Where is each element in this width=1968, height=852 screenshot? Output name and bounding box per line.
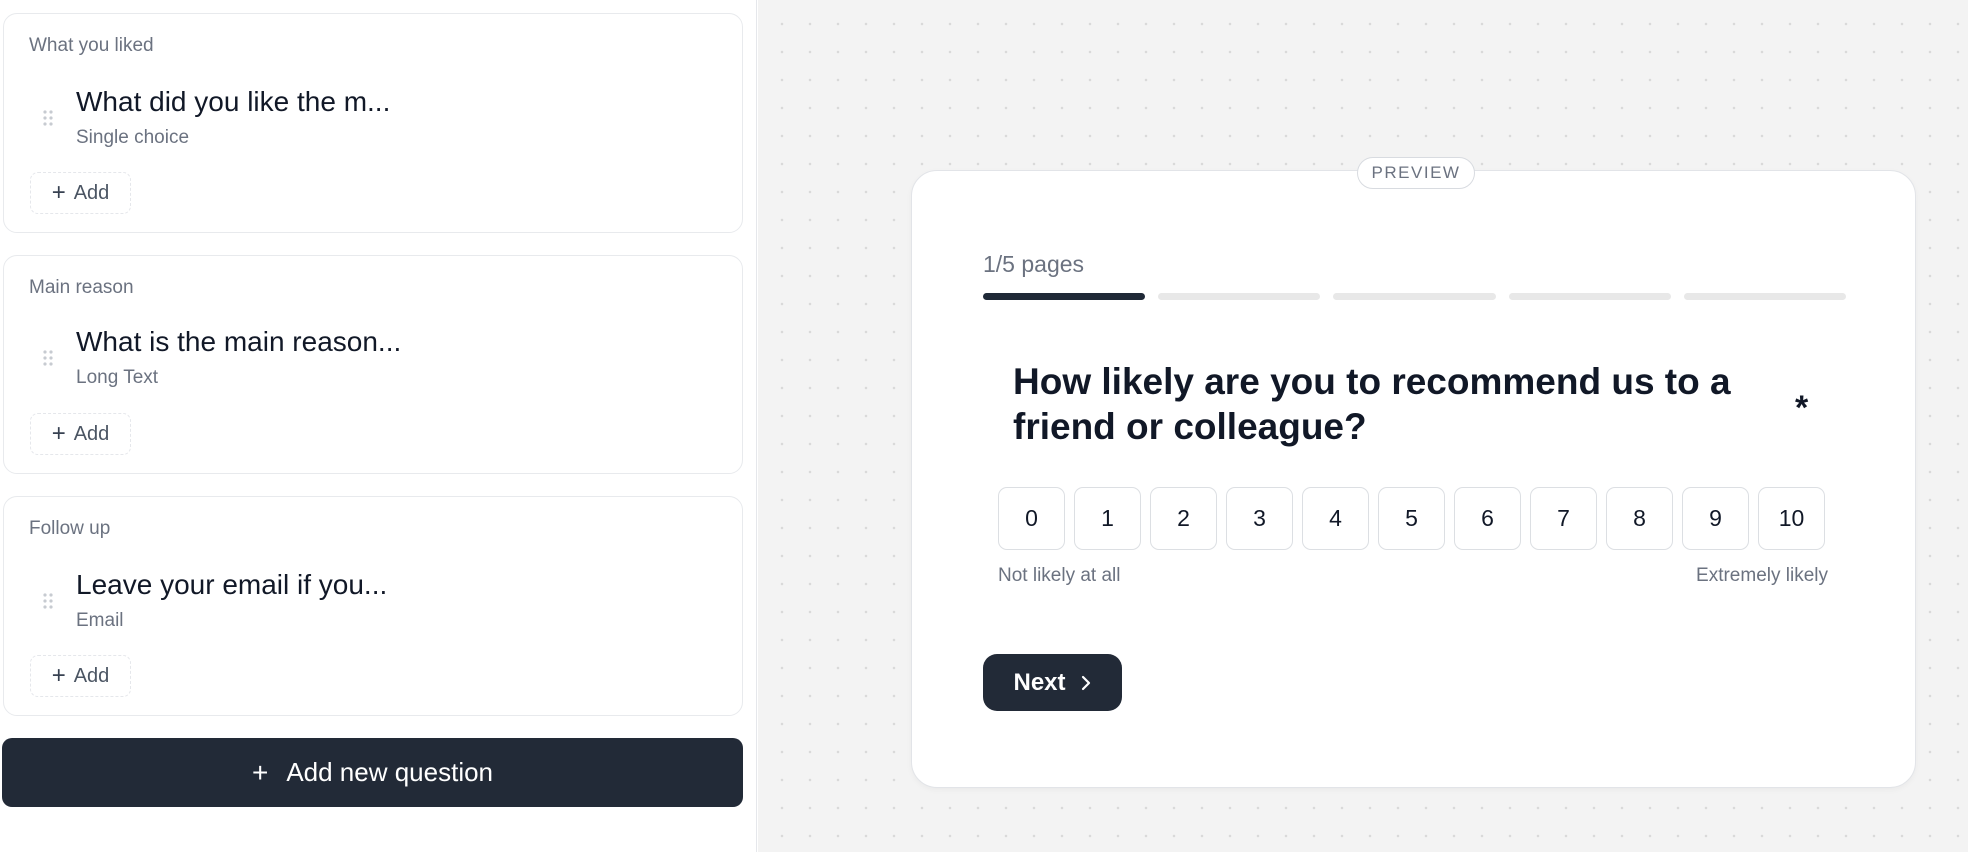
nps-option-8[interactable]: 8	[1606, 487, 1673, 550]
add-button-label: Add	[73, 422, 110, 445]
add-button[interactable]: + Add	[30, 655, 131, 697]
page-counter: 1/5 pages	[983, 251, 1085, 277]
section-card-what-you-liked: What you liked What did you like the m..…	[3, 13, 743, 233]
question-type: Single choice	[76, 127, 190, 148]
required-indicator: *	[1795, 389, 1809, 427]
section-card-follow-up: Follow up Leave your email if you... Ema…	[3, 496, 743, 716]
progress-segment	[1508, 293, 1671, 300]
grip-vertical-icon[interactable]	[42, 592, 54, 610]
preview-badge: PREVIEW	[1357, 157, 1475, 189]
question-title: What did you like the m...	[76, 86, 391, 117]
plus-icon: +	[51, 179, 66, 206]
progress-bar	[983, 293, 1847, 301]
question-editor-panel: What you liked What did you like the m..…	[0, 0, 757, 852]
progress-segment	[983, 293, 1146, 300]
nps-option-7[interactable]: 7	[1530, 487, 1597, 550]
nps-option-0[interactable]: 0	[998, 487, 1065, 550]
survey-question-title: How likely are you to recommend us to a …	[1013, 361, 1731, 447]
section-title: Main reason	[29, 277, 134, 298]
add-button-label: Add	[73, 664, 110, 687]
question-type: Email	[76, 610, 124, 631]
question-title: What is the main reason...	[76, 326, 402, 357]
next-button[interactable]: Next	[983, 654, 1122, 711]
plus-icon: +	[51, 662, 66, 689]
chevron-right-icon	[1081, 675, 1090, 690]
nps-option-5[interactable]: 5	[1378, 487, 1445, 550]
add-button-label: Add	[73, 181, 110, 204]
survey-builder: What you liked What did you like the m..…	[0, 0, 1968, 852]
section-title: What you liked	[29, 35, 154, 56]
next-button-label: Next	[1013, 668, 1066, 696]
progress-segment	[1683, 293, 1847, 300]
nps-option-1[interactable]: 1	[1074, 487, 1141, 550]
question-title: Leave your email if you...	[76, 569, 388, 600]
progress-segment	[1333, 293, 1496, 300]
section-card-main-reason: Main reason What is the main reason... L…	[3, 255, 743, 474]
add-new-question-label: Add new question	[286, 757, 494, 787]
nps-option-3[interactable]: 3	[1226, 487, 1293, 550]
progress-segment	[1158, 293, 1321, 300]
grip-vertical-icon[interactable]	[42, 109, 54, 127]
add-button[interactable]: + Add	[30, 172, 131, 214]
grip-vertical-icon[interactable]	[42, 349, 54, 367]
add-button[interactable]: + Add	[30, 413, 131, 455]
nps-option-2[interactable]: 2	[1150, 487, 1217, 550]
nps-option-9[interactable]: 9	[1682, 487, 1749, 550]
question-item[interactable]: What is the main reason... Long Text	[29, 326, 719, 388]
question-item[interactable]: Leave your email if you... Email	[29, 569, 719, 631]
question-type: Long Text	[76, 367, 159, 388]
preview-canvas: PREVIEW 1/5 pages How likely are you to …	[758, 0, 1968, 852]
nps-option-6[interactable]: 6	[1454, 487, 1521, 550]
nps-scale: 0 1 2 3 4 5 6 7 8 9 10	[998, 487, 1825, 550]
nps-low-label: Not likely at all	[998, 565, 1121, 586]
add-new-question-button[interactable]: + Add new question	[2, 738, 743, 807]
nps-option-10[interactable]: 10	[1758, 487, 1825, 550]
nps-high-label: Extremely likely	[1696, 565, 1828, 586]
plus-icon: +	[251, 756, 269, 788]
preview-card: PREVIEW 1/5 pages How likely are you to …	[911, 157, 1916, 788]
question-item[interactable]: What did you like the m... Single choice	[29, 86, 719, 148]
section-title: Follow up	[29, 518, 111, 539]
nps-option-4[interactable]: 4	[1302, 487, 1369, 550]
plus-icon: +	[51, 420, 66, 447]
